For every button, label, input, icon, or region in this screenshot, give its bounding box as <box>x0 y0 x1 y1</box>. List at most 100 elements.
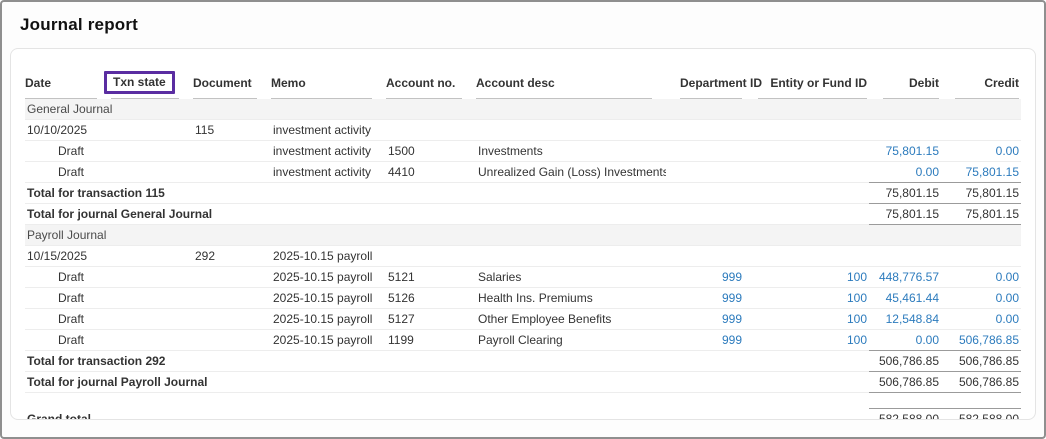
detail-row: Draft2025-10.15 payroll5127Other Employe… <box>25 309 1021 330</box>
debit-cell[interactable]: 0.00 <box>869 330 941 351</box>
column-header-entity-fund-id-label: Entity or Fund ID <box>758 74 867 99</box>
table-cell <box>193 288 271 309</box>
column-header-account-no: Account no. <box>386 73 476 99</box>
debit-total-cell: 75,801.15 <box>869 183 941 204</box>
section-row: Payroll Journal <box>25 225 1021 246</box>
debit-total-cell: 506,786.85 <box>869 351 941 372</box>
journal-report-table: Date Txn state Document Memo Account no.… <box>25 73 1021 420</box>
txn-state-cell: Draft <box>25 141 193 162</box>
column-header-account-no-label: Account no. <box>386 74 462 99</box>
account-no-cell: 4410 <box>386 162 476 183</box>
account-desc-cell: Health Ins. Premiums <box>476 288 666 309</box>
total-row: Total for transaction 11575,801.1575,801… <box>25 183 1021 204</box>
table-cell <box>386 246 476 267</box>
detail-row: Draft2025-10.15 payroll1199Payroll Clear… <box>25 330 1021 351</box>
table-cell <box>666 246 744 267</box>
date-cell: 10/10/2025 <box>25 120 111 141</box>
column-header-department-id-label: Department ID <box>680 74 742 99</box>
debit-cell[interactable]: 448,776.57 <box>869 267 941 288</box>
debit-cell[interactable]: 45,461.44 <box>869 288 941 309</box>
column-header-department-id: Department ID <box>666 73 744 99</box>
debit-total-cell: 75,801.15 <box>869 204 941 225</box>
table-cell <box>111 246 193 267</box>
debit-total-cell: 506,786.85 <box>869 372 941 393</box>
department-id-cell[interactable]: 999 <box>666 309 744 330</box>
table-cell <box>193 141 271 162</box>
spacer-row <box>25 393 1021 409</box>
column-header-credit: Credit <box>941 73 1021 99</box>
debit-cell[interactable]: 0.00 <box>869 162 941 183</box>
transaction-row: 10/15/20252922025-10.15 payroll <box>25 246 1021 267</box>
total-label-cell: Grand total <box>25 409 869 421</box>
total-row: Total for journal General Journal75,801.… <box>25 204 1021 225</box>
debit-cell[interactable]: 12,548.84 <box>869 309 941 330</box>
credit-cell[interactable]: 75,801.15 <box>941 162 1021 183</box>
txn-state-cell: Draft <box>25 330 193 351</box>
column-header-memo-label: Memo <box>271 74 372 99</box>
total-label-cell: Total for journal Payroll Journal <box>25 372 869 393</box>
department-id-cell[interactable]: 999 <box>666 288 744 309</box>
credit-cell[interactable]: 0.00 <box>941 267 1021 288</box>
credit-total-cell: 75,801.15 <box>941 204 1021 225</box>
memo-cell: 2025-10.15 payroll <box>271 309 386 330</box>
account-no-cell: 1199 <box>386 330 476 351</box>
column-header-credit-label: Credit <box>955 74 1019 99</box>
page-title: Journal report <box>2 2 1044 35</box>
table-cell <box>666 120 744 141</box>
table-cell <box>744 246 869 267</box>
debit-cell[interactable]: 75,801.15 <box>869 141 941 162</box>
debit-total-cell: 582,588.00 <box>869 409 941 421</box>
memo-cell: investment activity <box>271 162 386 183</box>
credit-cell[interactable]: 0.00 <box>941 288 1021 309</box>
account-no-cell: 1500 <box>386 141 476 162</box>
entity-fund-id-cell[interactable]: 100 <box>744 330 869 351</box>
transaction-row: 10/10/2025 115investment activity <box>25 120 1021 141</box>
table-cell <box>476 120 666 141</box>
credit-cell[interactable]: 506,786.85 <box>941 330 1021 351</box>
table-cell <box>386 120 476 141</box>
column-header-debit-label: Debit <box>883 74 939 99</box>
report-card: Date Txn state Document Memo Account no.… <box>10 48 1036 420</box>
txn-state-cell: Draft <box>25 267 193 288</box>
column-header-document: Document <box>193 73 271 99</box>
txn-state-label-text: Txn state <box>113 75 166 89</box>
credit-total-cell: 75,801.15 <box>941 183 1021 204</box>
entity-fund-id-cell[interactable]: 100 <box>744 309 869 330</box>
column-header-date: Date <box>25 73 111 99</box>
table-cell <box>25 393 1021 409</box>
memo-cell: 2025-10.15 payroll <box>271 267 386 288</box>
column-header-txn-state: Txn state <box>111 73 193 99</box>
memo-cell: investment activity <box>271 120 386 141</box>
memo-cell: 2025-10.15 payroll <box>271 246 386 267</box>
account-desc-cell: Salaries <box>476 267 666 288</box>
department-id-cell[interactable]: 999 <box>666 267 744 288</box>
department-id-cell[interactable]: 999 <box>666 330 744 351</box>
account-no-cell: 5127 <box>386 309 476 330</box>
grand-total-row: Grand total582,588.00582,588.00 <box>25 409 1021 421</box>
entity-fund-id-cell[interactable]: 100 <box>744 288 869 309</box>
document-cell: 115 <box>193 120 271 141</box>
entity-fund-id-cell[interactable]: 100 <box>744 267 869 288</box>
credit-total-cell: 506,786.85 <box>941 372 1021 393</box>
table-header: Date Txn state Document Memo Account no.… <box>25 73 1021 99</box>
credit-cell[interactable]: 0.00 <box>941 141 1021 162</box>
credit-total-cell: 506,786.85 <box>941 351 1021 372</box>
detail-row: Draftinvestment activity4410Unrealized G… <box>25 162 1021 183</box>
total-label-cell: Total for journal General Journal <box>25 204 869 225</box>
column-header-document-label: Document <box>193 74 257 99</box>
table-cell <box>193 330 271 351</box>
txn-state-cell: Draft <box>25 162 193 183</box>
entity-fund-id-cell <box>744 141 869 162</box>
txn-state-cell: Draft <box>25 288 193 309</box>
credit-cell[interactable]: 0.00 <box>941 309 1021 330</box>
column-header-entity-fund-id: Entity or Fund ID <box>744 73 869 99</box>
table-cell <box>941 246 1021 267</box>
account-desc-cell: Payroll Clearing <box>476 330 666 351</box>
total-row: Total for journal Payroll Journal506,786… <box>25 372 1021 393</box>
account-desc-cell: Investments <box>476 141 666 162</box>
journal-table-body: General Journal10/10/2025115investment a… <box>25 99 1021 420</box>
entity-fund-id-cell <box>744 162 869 183</box>
table-cell <box>941 120 1021 141</box>
table-cell <box>193 267 271 288</box>
column-header-account-desc-label: Account desc <box>476 74 652 99</box>
